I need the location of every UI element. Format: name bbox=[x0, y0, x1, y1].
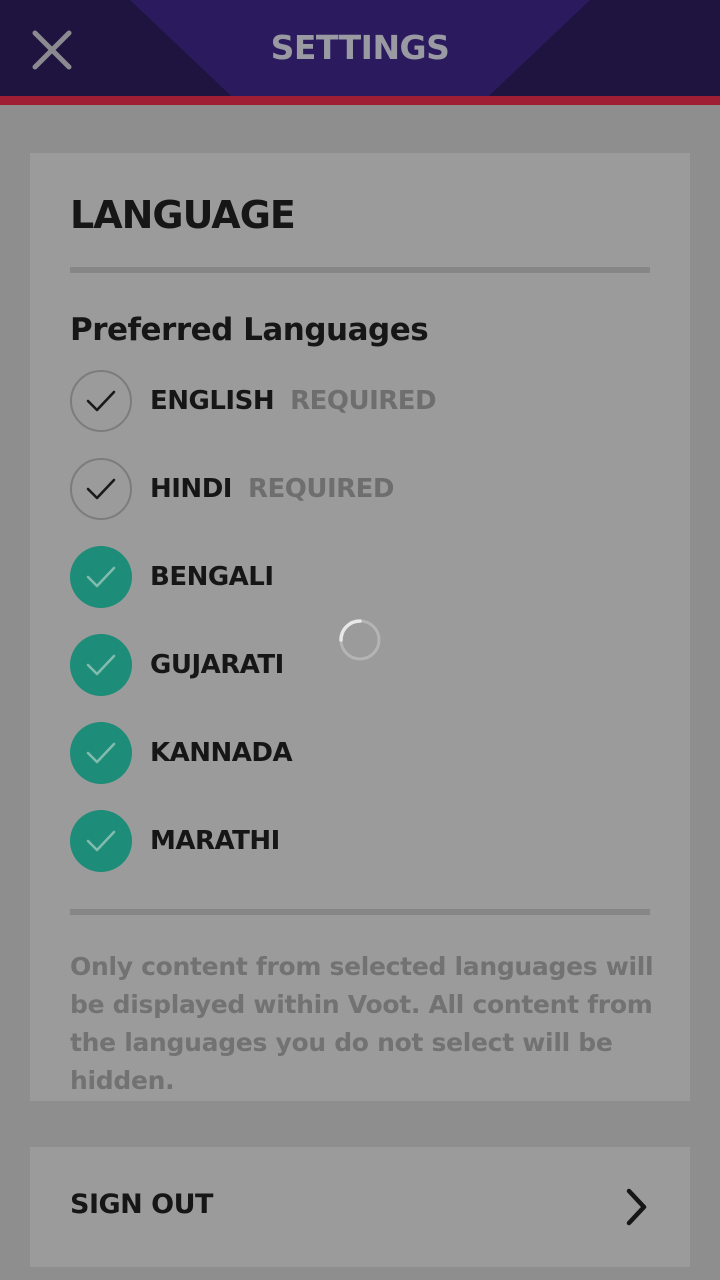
checkbox-required[interactable] bbox=[70, 370, 132, 432]
sign-out-label: SIGN OUT bbox=[70, 1189, 213, 1220]
spinner-icon bbox=[338, 618, 382, 662]
language-label: HINDI bbox=[150, 474, 232, 504]
divider bbox=[70, 909, 650, 915]
checkbox-checked[interactable] bbox=[70, 722, 132, 784]
check-icon bbox=[86, 742, 116, 764]
checkbox-checked[interactable] bbox=[70, 810, 132, 872]
language-label: ENGLISH bbox=[150, 386, 275, 416]
header-accent-stripe bbox=[0, 96, 720, 105]
checkbox-checked[interactable] bbox=[70, 546, 132, 608]
language-option-marathi[interactable]: MARATHI bbox=[70, 809, 650, 873]
language-option-hindi[interactable]: HINDI REQUIRED bbox=[70, 457, 650, 521]
language-label: MARATHI bbox=[150, 826, 280, 856]
required-badge: REQUIRED bbox=[247, 474, 395, 504]
language-label: GUJARATI bbox=[150, 650, 284, 680]
divider bbox=[70, 267, 650, 273]
language-info-text: Only content from selected languages wil… bbox=[70, 952, 654, 1095]
page-title: SETTINGS bbox=[270, 28, 450, 67]
language-section-title: LANGUAGE bbox=[70, 193, 296, 237]
language-option-bengali[interactable]: BENGALI bbox=[70, 545, 650, 609]
check-icon bbox=[86, 830, 116, 852]
language-label: BENGALI bbox=[150, 562, 274, 592]
language-option-kannada[interactable]: KANNADA bbox=[70, 721, 650, 785]
required-badge: REQUIRED bbox=[290, 386, 437, 416]
check-icon bbox=[86, 390, 116, 412]
app-header: SETTINGS bbox=[0, 0, 720, 96]
checkbox-required[interactable] bbox=[70, 458, 132, 520]
chevron-right-icon bbox=[626, 1188, 647, 1226]
check-icon bbox=[86, 478, 116, 500]
check-icon bbox=[86, 654, 116, 676]
check-icon bbox=[86, 566, 116, 588]
language-label: KANNADA bbox=[150, 738, 293, 768]
language-option-english[interactable]: ENGLISH REQUIRED bbox=[70, 369, 650, 433]
sign-out-button[interactable]: SIGN OUT bbox=[30, 1147, 690, 1267]
checkbox-checked[interactable] bbox=[70, 634, 132, 696]
preferred-languages-heading: Preferred Languages bbox=[70, 312, 429, 348]
